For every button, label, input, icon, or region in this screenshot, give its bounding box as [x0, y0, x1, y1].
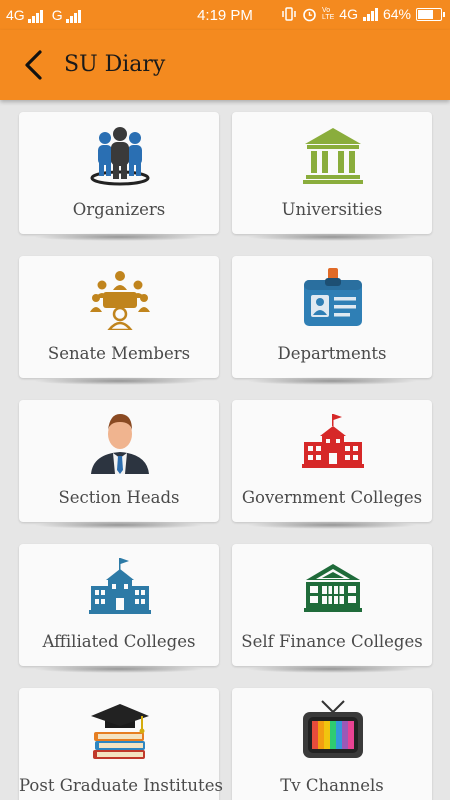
red-college-icon — [302, 414, 364, 468]
menu-card-self-finance-colleges[interactable]: Self Finance Colleges — [232, 544, 432, 673]
menu-card-label: Post Graduate Institutes — [19, 776, 223, 795]
status-right: Vo LTE 4G 64% — [281, 6, 445, 22]
organizers-icon — [90, 127, 150, 186]
menu-card-label: Tv Channels — [280, 776, 384, 795]
battery-percent: 64% — [382, 6, 411, 22]
alarm-icon — [303, 8, 316, 21]
businessman-icon — [91, 414, 149, 474]
menu-card-label: Self Finance Colleges — [241, 632, 423, 651]
menu-card-label: Departments — [277, 344, 387, 363]
menu-card-departments[interactable]: Departments — [232, 256, 432, 385]
back-button[interactable] — [18, 46, 54, 84]
menu-grid: Organizers Universities Senate Members D… — [0, 100, 450, 800]
books-cap-icon — [91, 704, 149, 759]
television-icon — [303, 700, 363, 758]
menu-card-post-graduate-institutes[interactable]: Post Graduate Institutes — [19, 688, 223, 800]
menu-card-label: Government Colleges — [241, 488, 423, 507]
menu-card-label: Affiliated Colleges — [42, 632, 196, 651]
meeting-icon — [90, 271, 150, 330]
volte-indicator: Vo LTE — [321, 7, 335, 21]
app-bar: SU Diary — [0, 30, 450, 100]
menu-card-senate-members[interactable]: Senate Members — [19, 256, 219, 385]
menu-card-label: Universities — [281, 200, 383, 219]
app-title: SU Diary — [64, 52, 166, 77]
university-building-icon — [303, 128, 363, 184]
network-type-3: 4G — [339, 6, 358, 22]
menu-card-affiliated-colleges[interactable]: Affiliated Colleges — [19, 544, 219, 673]
id-badge-icon — [304, 268, 362, 326]
menu-card-organizers[interactable]: Organizers — [19, 112, 219, 241]
blue-college-icon — [89, 558, 151, 614]
back-arrow-icon — [25, 50, 42, 80]
menu-card-label: Section Heads — [58, 488, 180, 507]
menu-card-government-colleges[interactable]: Government Colleges — [232, 400, 432, 529]
menu-card-section-heads[interactable]: Section Heads — [19, 400, 219, 529]
menu-card-label: Organizers — [72, 200, 166, 219]
vibrate-icon — [282, 7, 296, 21]
menu-card-label: Senate Members — [47, 344, 191, 363]
status-bar: 4G G 4:19 PM Vo LTE 4G 64% — [0, 0, 450, 30]
menu-card-universities[interactable]: Universities — [232, 112, 432, 241]
menu-card-tv-channels[interactable]: Tv Channels — [232, 688, 432, 800]
battery-icon — [416, 7, 445, 21]
signal-icon — [362, 7, 378, 21]
green-college-icon — [304, 564, 362, 612]
